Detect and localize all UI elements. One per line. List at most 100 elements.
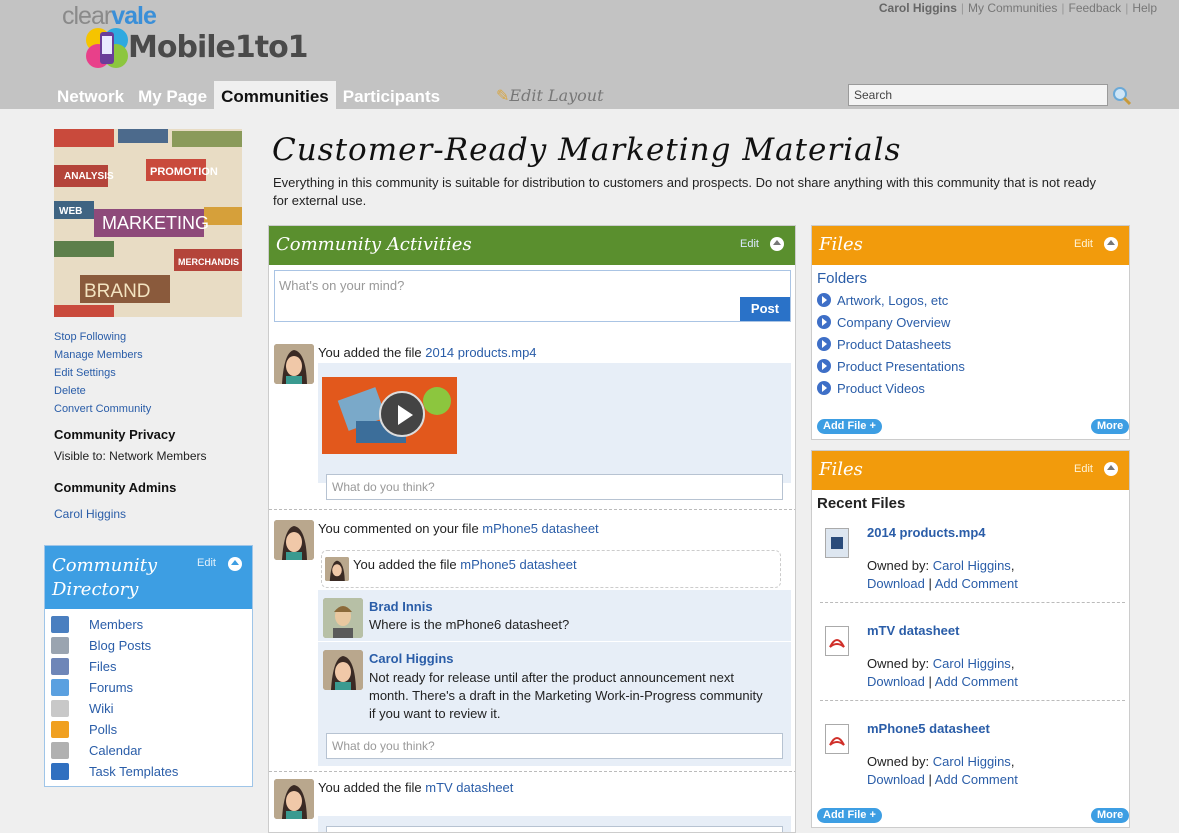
mobile1to1-logo-icon: [86, 28, 128, 68]
collapse-icon[interactable]: [1104, 462, 1118, 476]
comment-input[interactable]: What do you think?: [326, 733, 783, 759]
activity-text: You added the file mTV datasheet: [318, 780, 514, 795]
file-link[interactable]: 2014 products.mp4: [425, 345, 536, 360]
tab-participants[interactable]: Participants: [336, 81, 447, 109]
directory-title: Community Directory: [52, 555, 158, 600]
avatar[interactable]: [274, 520, 314, 560]
search-icon[interactable]: [1112, 86, 1132, 106]
post-button[interactable]: Post: [740, 297, 790, 321]
members-icon: [51, 616, 69, 633]
community-directory-panel: Community Directory Edit Members Blog Pos…: [44, 545, 253, 787]
file-actions: Download | Add Comment: [867, 674, 1018, 689]
video-thumbnail[interactable]: [322, 377, 457, 454]
image-word: ANALYSIS: [64, 171, 114, 182]
pencil-icon: ✎: [496, 86, 510, 105]
image-word: PROMOTION: [150, 166, 218, 178]
avatar[interactable]: [323, 650, 363, 690]
comment-input[interactable]: [326, 826, 783, 832]
top-header: clearvale Mobile1to1 Carol Higgins | My Co…: [0, 0, 1179, 109]
directory-item-files[interactable]: Files: [51, 656, 116, 677]
owner-links: Stop Following Manage Members Edit Setti…: [54, 328, 151, 418]
avatar[interactable]: [323, 598, 363, 638]
add-file-button[interactable]: Add File +: [817, 419, 882, 434]
add-file-button[interactable]: Add File +: [817, 808, 882, 823]
wiki-icon: [51, 700, 69, 717]
calendar-icon: [51, 742, 69, 759]
comment-author[interactable]: Brad Innis: [369, 599, 433, 614]
folder-item[interactable]: Product Datasheets: [817, 334, 951, 354]
avatar[interactable]: [274, 779, 314, 819]
files-header: Files Edit: [812, 451, 1129, 490]
comment-author[interactable]: Carol Higgins: [369, 651, 454, 666]
my-communities-link[interactable]: My Communities: [968, 1, 1057, 15]
file-entry: mPhone5 datasheet Owned by: Carol Higgin…: [812, 714, 1129, 812]
directory-item-wiki[interactable]: Wiki: [51, 698, 114, 719]
more-button[interactable]: More: [1091, 419, 1130, 434]
directory-edit-link[interactable]: Edit: [197, 557, 216, 569]
comment-text: Not ready for release until after the pr…: [369, 670, 763, 721]
file-link[interactable]: mTV datasheet: [425, 780, 513, 795]
delete-link[interactable]: Delete: [54, 382, 151, 400]
directory-item-members[interactable]: Members: [51, 614, 143, 635]
add-comment-link[interactable]: Add Comment: [935, 674, 1018, 689]
page-description: Everything in this community is suitable…: [273, 175, 1096, 208]
more-button[interactable]: More: [1091, 808, 1130, 823]
feedback-link[interactable]: Feedback: [1068, 1, 1121, 15]
recent-files-heading: Recent Files: [817, 495, 906, 512]
tab-my-page[interactable]: My Page: [131, 81, 214, 109]
activity-text: You commented on your file mPhone5 datas…: [318, 521, 599, 536]
page-title: Customer-Ready Marketing Materials: [272, 132, 902, 168]
directory-item-task-templates[interactable]: Task Templates: [51, 761, 178, 782]
file-name-link[interactable]: 2014 products.mp4: [867, 525, 986, 540]
tab-communities[interactable]: Communities: [214, 81, 336, 109]
polls-icon: [51, 721, 69, 738]
folder-item[interactable]: Product Presentations: [817, 356, 965, 376]
directory-item-forums[interactable]: Forums: [51, 677, 133, 698]
file-link[interactable]: mPhone5 datasheet: [482, 521, 598, 536]
search-input[interactable]: Search: [848, 84, 1108, 106]
edit-settings-link[interactable]: Edit Settings: [54, 364, 151, 382]
download-link[interactable]: Download: [867, 772, 925, 787]
user-name-link[interactable]: Carol Higgins: [879, 1, 957, 15]
status-input[interactable]: What's on your mind? Post: [274, 270, 791, 322]
pdf-file-icon: [825, 626, 849, 656]
owner-link[interactable]: Carol Higgins: [933, 754, 1011, 769]
file-name-link[interactable]: mTV datasheet: [867, 623, 959, 638]
download-link[interactable]: Download: [867, 576, 925, 591]
add-comment-link[interactable]: Add Comment: [935, 576, 1018, 591]
collapse-icon[interactable]: [228, 557, 242, 571]
files-icon: [51, 658, 69, 675]
admin-link[interactable]: Carol Higgins: [54, 507, 126, 521]
help-link[interactable]: Help: [1132, 1, 1157, 15]
file-name-link[interactable]: mPhone5 datasheet: [867, 721, 990, 736]
convert-community-link[interactable]: Convert Community: [54, 400, 151, 418]
collapse-icon[interactable]: [1104, 237, 1118, 251]
edit-layout-link[interactable]: ✎Edit Layout: [496, 86, 604, 105]
top-links: Carol Higgins | My Communities | Feedback | He…: [878, 1, 1157, 15]
folder-item[interactable]: Product Videos: [817, 378, 925, 398]
blog-icon: [51, 637, 69, 654]
activities-edit-link[interactable]: Edit: [740, 238, 759, 250]
files-edit-link[interactable]: Edit: [1074, 238, 1093, 250]
owner-link[interactable]: Carol Higgins: [933, 558, 1011, 573]
avatar[interactable]: [325, 557, 349, 581]
files-edit-link[interactable]: Edit: [1074, 463, 1093, 475]
add-comment-link[interactable]: Add Comment: [935, 772, 1018, 787]
task-icon: [51, 763, 69, 780]
comment-input[interactable]: What do you think?: [326, 474, 783, 500]
stop-following-link[interactable]: Stop Following: [54, 328, 151, 346]
collapse-icon[interactable]: [770, 237, 784, 251]
play-icon[interactable]: [379, 391, 425, 437]
image-word: MARKETING: [102, 213, 209, 233]
avatar[interactable]: [274, 344, 314, 384]
directory-item-blog-posts[interactable]: Blog Posts: [51, 635, 151, 656]
directory-item-polls[interactable]: Polls: [51, 719, 117, 740]
folder-item[interactable]: Company Overview: [817, 312, 950, 332]
tab-network[interactable]: Network: [50, 81, 131, 109]
file-link[interactable]: mPhone5 datasheet: [460, 557, 576, 572]
folder-item[interactable]: Artwork, Logos, etc: [817, 290, 948, 310]
directory-item-calendar[interactable]: Calendar: [51, 740, 142, 761]
download-link[interactable]: Download: [867, 674, 925, 689]
manage-members-link[interactable]: Manage Members: [54, 346, 151, 364]
owner-link[interactable]: Carol Higgins: [933, 656, 1011, 671]
